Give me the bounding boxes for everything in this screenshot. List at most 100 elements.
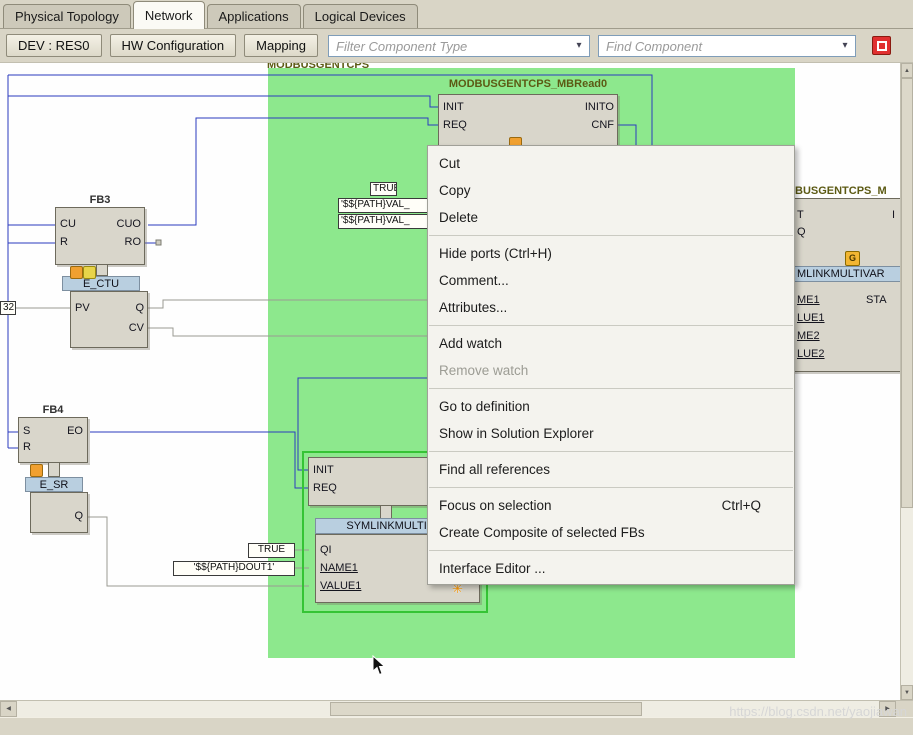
composite-g-icon: G xyxy=(845,251,860,266)
vertical-scrollbar: ▲ ▼ xyxy=(900,63,913,700)
menu-item-comment[interactable]: Comment... xyxy=(428,267,794,294)
port-value1: VALUE1 xyxy=(320,580,361,593)
port-cu: CU xyxy=(60,218,76,231)
value-label-true[interactable]: TRUE xyxy=(248,543,295,558)
menu-item-find-all-references[interactable]: Find all references xyxy=(428,456,794,483)
port-init: INIT xyxy=(443,101,464,114)
application-window: Physical Topology Network Applications L… xyxy=(0,0,913,735)
rightblock-block[interactable] xyxy=(778,198,900,372)
menu-item-attributes[interactable]: Attributes... xyxy=(428,294,794,321)
scroll-down-button[interactable]: ▼ xyxy=(901,685,913,700)
network-editor-canvas[interactable]: MODBUSGENTCPS MODBUSGENTCPS_MBRead0 INIT… xyxy=(0,63,900,700)
status-bar xyxy=(0,717,913,735)
port-qi: QI xyxy=(320,544,332,557)
mbread0-title: MODBUSGENTCPS_MBRead0 xyxy=(438,78,618,90)
tab-logical-devices[interactable]: Logical Devices xyxy=(303,4,418,28)
hw-configuration-button[interactable]: HW Configuration xyxy=(110,34,237,57)
value-label-true-small[interactable]: TRUE xyxy=(370,182,397,196)
stop-icon xyxy=(877,41,887,51)
key-icon xyxy=(83,266,96,279)
value-label-32[interactable]: 32 xyxy=(0,301,16,315)
menu-separator xyxy=(429,550,793,551)
port-name1-clipped: ME1 xyxy=(797,294,820,307)
port-name1: NAME1 xyxy=(320,562,358,575)
value-label-path-val-2[interactable]: '$${PATH}VAL_ xyxy=(338,214,439,229)
menu-item-hide-ports[interactable]: Hide ports (Ctrl+H) xyxy=(428,240,794,267)
fb4-type-band: E_SR xyxy=(25,477,83,492)
menu-separator xyxy=(429,451,793,452)
menu-item-delete[interactable]: Delete xyxy=(428,204,794,231)
mouse-cursor xyxy=(372,655,388,676)
attribute-icon xyxy=(30,464,43,477)
menu-item-remove-watch: Remove watch xyxy=(428,357,794,384)
menu-item-go-to-definition[interactable]: Go to definition xyxy=(428,393,794,420)
fb3-neck xyxy=(96,264,108,276)
fb4-name: FB4 xyxy=(18,404,88,416)
filter-component-combo: ▾ xyxy=(328,35,590,57)
fb4-neck xyxy=(48,462,60,477)
tab-applications[interactable]: Applications xyxy=(207,4,301,28)
port-cnf: CNF xyxy=(560,119,614,132)
rightblock-type-band: MLINKMULTIVAR xyxy=(778,266,900,282)
chevron-down-icon[interactable]: ▾ xyxy=(572,39,586,53)
port-eo: EO xyxy=(45,425,83,438)
port-cv: CV xyxy=(100,322,144,335)
mapping-button[interactable]: Mapping xyxy=(244,34,318,57)
port-q: Q xyxy=(100,302,144,315)
tab-network[interactable]: Network xyxy=(133,1,205,29)
fb4-event-block[interactable] xyxy=(18,417,88,463)
tab-physical-topology[interactable]: Physical Topology xyxy=(3,4,131,28)
port-value2-clipped: LUE2 xyxy=(797,348,825,361)
menu-separator xyxy=(429,235,793,236)
watermark-text: https://blog.csdn.net/yaojiawan xyxy=(729,704,907,719)
port-init: INIT xyxy=(313,464,334,477)
clipped-fb-title: MODBUSGENTCPS xyxy=(267,63,387,71)
vertical-scroll-thumb[interactable] xyxy=(901,78,913,508)
port-cuo: CUO xyxy=(100,218,141,231)
dev-res0-button[interactable]: DEV : RES0 xyxy=(6,34,102,57)
port-q: Q xyxy=(45,510,83,523)
find-component-combo: ▾ xyxy=(598,35,856,57)
symlink-neck xyxy=(380,505,392,519)
scroll-up-button[interactable]: ▲ xyxy=(901,63,913,78)
port-s: S xyxy=(23,425,30,438)
attribute-icon xyxy=(70,266,83,279)
menu-item-add-watch[interactable]: Add watch xyxy=(428,330,794,357)
port-init-clipped: T xyxy=(797,209,804,222)
chevron-down-icon[interactable]: ▾ xyxy=(838,39,852,53)
menu-item-label: Focus on selection xyxy=(439,498,552,513)
scroll-left-button[interactable]: ◀ xyxy=(0,701,17,717)
context-menu: Cut Copy Delete Hide ports (Ctrl+H) Comm… xyxy=(427,145,795,585)
menu-item-create-composite[interactable]: Create Composite of selected FBs xyxy=(428,519,794,546)
fb3-data-block[interactable] xyxy=(70,291,148,348)
port-status-clipped: STA xyxy=(866,294,887,307)
toolbar: DEV : RES0 HW Configuration Mapping ▾ ▾ xyxy=(0,29,913,63)
port-pv: PV xyxy=(75,302,90,315)
online-mode-button[interactable] xyxy=(872,36,891,55)
value-label-path-dout1[interactable]: '$${PATH}DOUT1' xyxy=(173,561,295,576)
filter-component-input[interactable] xyxy=(334,37,578,57)
port-req: REQ xyxy=(313,482,337,495)
fb3-name: FB3 xyxy=(55,194,145,206)
port-value1-clipped: LUE1 xyxy=(797,312,825,325)
port-ro: RO xyxy=(100,236,141,249)
port-name2-clipped: ME2 xyxy=(797,330,820,343)
rightblock-title: BUSGENTCPS_M xyxy=(795,185,900,197)
menu-item-copy[interactable]: Copy xyxy=(428,177,794,204)
menu-item-interface-editor[interactable]: Interface Editor ... xyxy=(428,555,794,582)
menu-item-focus-on-selection[interactable]: Focus on selection Ctrl+Q xyxy=(428,492,794,519)
menu-item-show-in-solution-explorer[interactable]: Show in Solution Explorer xyxy=(428,420,794,447)
port-r: R xyxy=(60,236,68,249)
menu-separator xyxy=(429,487,793,488)
port-inito-clipped: I xyxy=(892,209,895,222)
horizontal-scroll-thumb[interactable] xyxy=(330,702,642,716)
port-inito: INITO xyxy=(560,101,614,114)
port-req: REQ xyxy=(443,119,467,132)
value-label-path-val-1[interactable]: '$${PATH}VAL_ xyxy=(338,198,439,213)
menu-separator xyxy=(429,388,793,389)
port-req-clipped: Q xyxy=(797,226,806,239)
find-component-input[interactable] xyxy=(604,37,844,57)
menu-shortcut: Ctrl+Q xyxy=(722,492,761,519)
tab-bar: Physical Topology Network Applications L… xyxy=(0,0,913,29)
menu-item-cut[interactable]: Cut xyxy=(428,150,794,177)
